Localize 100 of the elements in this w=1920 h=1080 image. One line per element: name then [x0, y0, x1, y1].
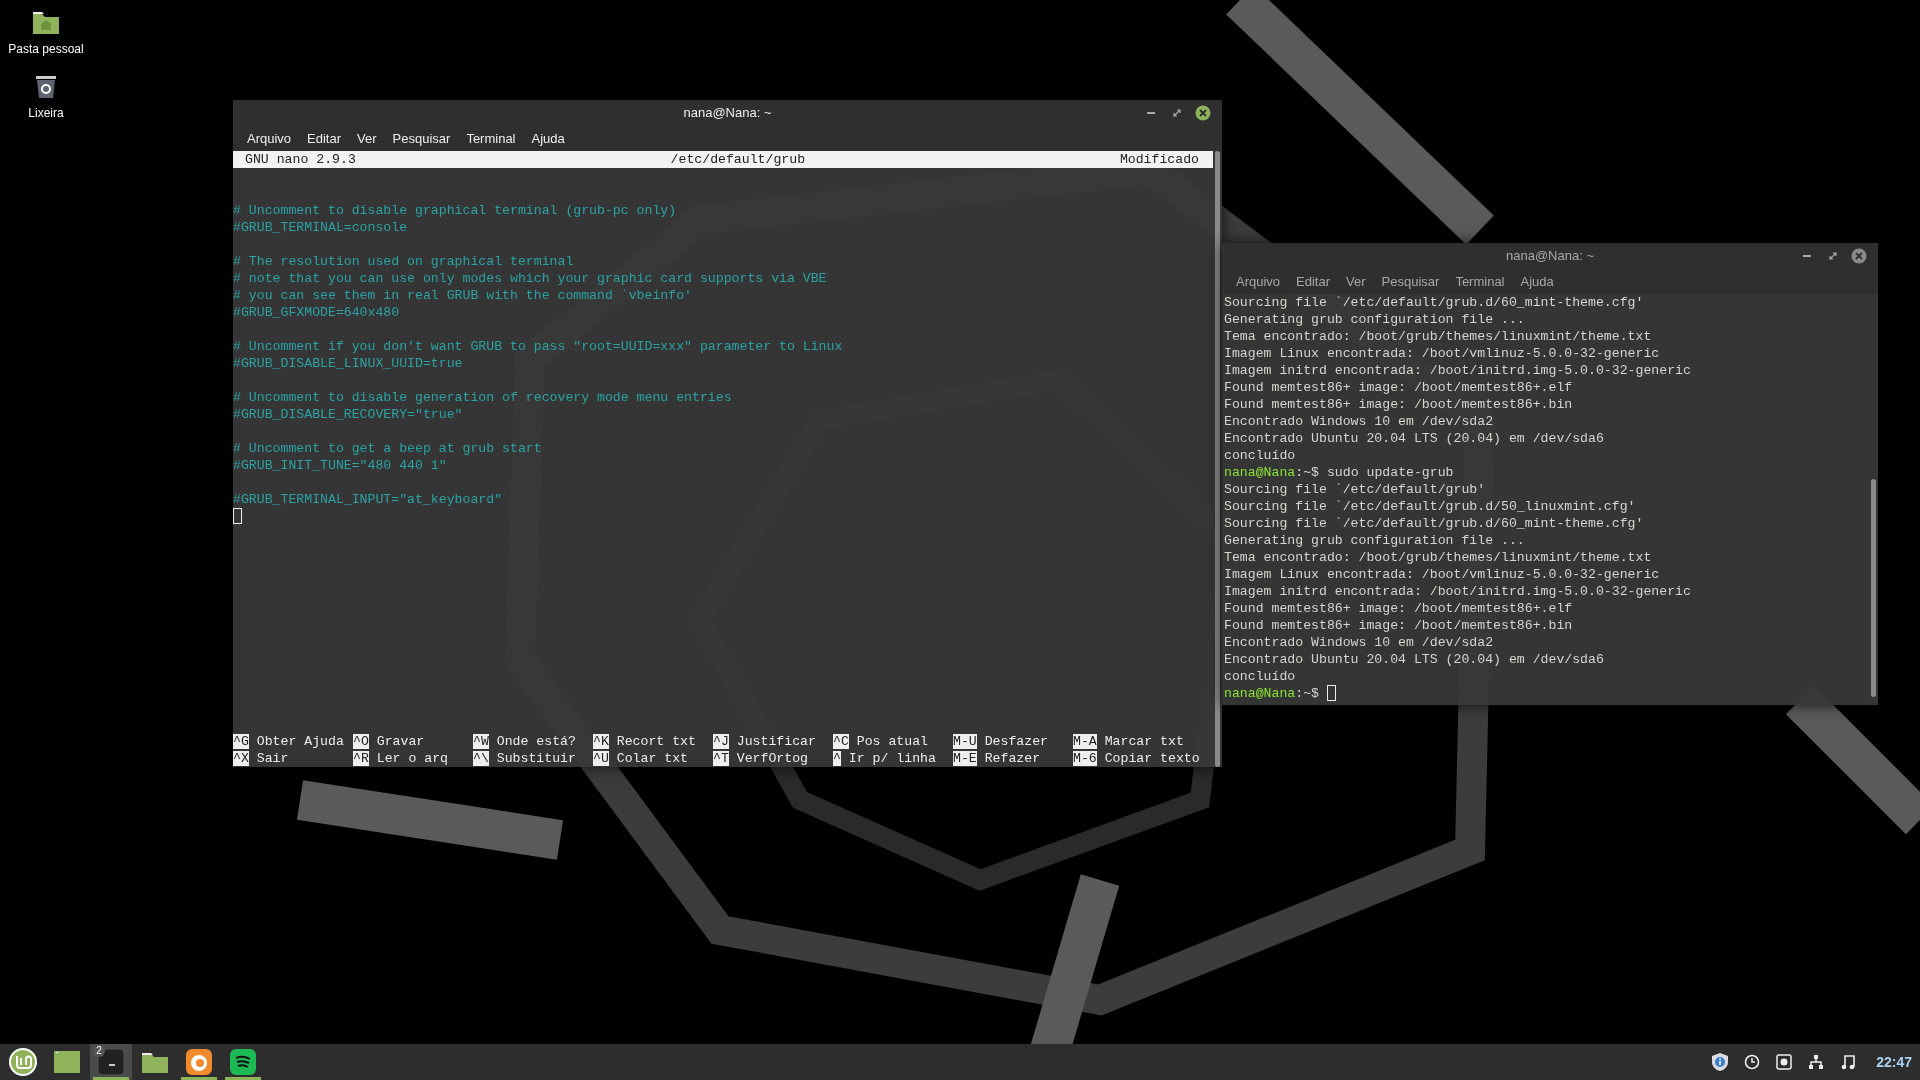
code-line: # Uncomment if you don't want GRUB to pass "root=UUID=xxx" parameter to Linux	[233, 339, 843, 354]
code-line: # Uncomment to disable graphical terminal (grub-pc only)	[233, 203, 677, 218]
menu-item[interactable]: Arquivo	[1228, 269, 1289, 294]
maximize-icon	[1829, 252, 1837, 260]
output-line: Encontrado Ubuntu 20.04 LTS (20.04) em /dev/sda6	[1224, 431, 1604, 446]
output-line: Sourcing file `/etc/default/grub'	[1224, 482, 1486, 497]
code-line: #GRUB_TERMINAL=console	[233, 220, 408, 235]
shortcut-label: Colar txt	[616, 751, 688, 766]
output-line: concluído	[1224, 669, 1296, 684]
output-line: Found memtest86+ image: /boot/memtest86+.elf	[1224, 380, 1573, 395]
music-app-icon	[229, 1048, 257, 1076]
menu-item[interactable]: Ver	[349, 126, 385, 151]
prompt-user: nana@Nana	[1224, 686, 1296, 701]
menu-item[interactable]: Editar	[1288, 269, 1339, 294]
music-note-icon	[1841, 1054, 1856, 1070]
menu-item[interactable]: Ver	[1338, 269, 1374, 294]
text-cursor	[233, 508, 242, 524]
shortcut-key: ^	[833, 751, 841, 766]
output-line: concluído	[1224, 448, 1296, 463]
icon-label[interactable]: Pasta pessoal	[8, 40, 84, 58]
shortcut-label: Ler o arq	[376, 751, 448, 766]
output-line: Encontrado Ubuntu 20.04 LTS (20.04) em /dev/sda6	[1224, 652, 1604, 667]
shortcut-key: ^\	[473, 751, 489, 766]
command-text: sudo update-grub	[1326, 465, 1454, 480]
menu-item[interactable]: Ajuda	[1512, 269, 1562, 294]
shortcut-label: Gravar	[376, 734, 425, 749]
prompt-path: :~$	[1295, 686, 1319, 701]
file-path: /etc/default/grub	[670, 151, 806, 168]
menu-item[interactable]: Ajuda	[523, 126, 573, 151]
window-title: nana@Nana: ~	[1505, 247, 1595, 265]
output-line: Tema encontrado: /boot/grub/themes/linuxmint/theme.txt	[1224, 329, 1652, 344]
shortcut-key: M-U	[953, 734, 977, 749]
shortcut-key: ^T	[713, 751, 729, 766]
shortcut-label: Copiar texto	[1104, 751, 1200, 766]
code-line: #GRUB_GFXMODE=640x480	[233, 305, 400, 320]
shortcut-label: Justificar	[736, 734, 816, 749]
menu-item[interactable]: Terminal	[458, 126, 524, 151]
shortcut-label: Obter Ajuda	[256, 734, 344, 749]
prompt-path: :~$	[1295, 465, 1319, 480]
output-line: Generating grub configuration file ...	[1224, 312, 1525, 327]
mint-logo-icon	[9, 1048, 37, 1076]
output-line: Imagem initrd encontrada: /boot/initrd.img-5.0.0-32-generic	[1224, 363, 1691, 378]
output-line: Imagem initrd encontrada: /boot/initrd.img-5.0.0-32-generic	[1224, 584, 1691, 599]
code-line: #GRUB_TERMINAL_INPUT="at_keyboard"	[233, 492, 503, 507]
shortcut-label: Sair	[256, 751, 289, 766]
shortcut-label: Marcar txt	[1104, 734, 1184, 749]
shortcut-label: Desfazer	[984, 734, 1048, 749]
minimize-icon	[1147, 112, 1155, 114]
menu-item[interactable]: Arquivo	[239, 126, 300, 151]
terminal-icon	[97, 1048, 125, 1076]
shortcut-label: Recort txt	[616, 734, 696, 749]
shortcut-key: ^O	[353, 734, 369, 749]
close-icon	[1195, 105, 1211, 121]
output-line: Sourcing file `/etc/default/grub.d/60_mint-theme.cfg'	[1224, 516, 1644, 531]
clock-time[interactable]: 22:47	[1868, 1051, 1912, 1073]
output-line: Found memtest86+ image: /boot/memtest86+.bin	[1224, 397, 1573, 412]
output-line: Sourcing file `/etc/default/grub.d/50_linuxmint.cfg'	[1224, 499, 1636, 514]
output-line: Found memtest86+ image: /boot/memtest86+.bin	[1224, 618, 1573, 633]
output-line: Encontrado Windows 10 em /dev/sda2	[1224, 414, 1494, 429]
shortcut-label: Ir p/ linha	[848, 751, 936, 766]
shortcut-key: M-A	[1073, 734, 1097, 749]
shortcut-key: ^K	[593, 734, 609, 749]
maximize-icon	[1173, 109, 1181, 117]
minimize-icon	[1803, 255, 1811, 257]
modified-status: Modificado	[1119, 151, 1199, 168]
shortcut-key: M-6	[1073, 751, 1097, 766]
scrollbar-thumb[interactable]	[1871, 478, 1876, 697]
prompt-user: nana@Nana	[1224, 465, 1296, 480]
menu-item[interactable]: Pesquisar	[1373, 269, 1448, 294]
scrollbar-thumb[interactable]	[1215, 151, 1220, 767]
network-icon	[1808, 1054, 1825, 1070]
shortcut-label: Substituir	[496, 751, 576, 766]
output-line: Sourcing file `/etc/default/grub.d/60_mint-theme.cfg'	[1224, 295, 1644, 310]
editor-version: GNU nano 2.9.3	[245, 151, 356, 168]
code-line: # you can see them in real GRUB with the command `vbeinfo'	[233, 288, 692, 303]
output-line: Imagem Linux encontrada: /boot/vmlinuz-5.0.0-32-generic	[1224, 567, 1660, 582]
output-line: Imagem Linux encontrada: /boot/vmlinuz-5.0.0-32-generic	[1224, 346, 1660, 361]
shortcut-key: M-E	[953, 751, 977, 766]
drive-icon	[1776, 1054, 1793, 1070]
code-line: # Uncomment to disable generation of recovery mode menu entries	[233, 390, 732, 405]
output-line: Encontrado Windows 10 em /dev/sda2	[1224, 635, 1494, 650]
code-line: # note that you can use only modes which your graphic card supports via VBE	[233, 271, 827, 286]
shortcut-label: Pos atual	[856, 734, 928, 749]
shield-icon	[1711, 1052, 1730, 1072]
taskbar-launcher[interactable]: 2	[90, 1044, 132, 1080]
shortcut-key: ^C	[833, 734, 849, 749]
browser-icon	[185, 1048, 213, 1076]
icon-label[interactable]: Lixeira	[28, 104, 64, 122]
shortcut-label: VerfOrtog	[736, 751, 808, 766]
shortcut-key: ^R	[353, 751, 369, 766]
close-icon	[1851, 248, 1867, 264]
shortcut-key: ^X	[233, 751, 249, 766]
code-line: #GRUB_DISABLE_LINUX_UUID=true	[233, 356, 463, 371]
window-icon	[53, 1048, 81, 1076]
shortcut-key: ^J	[713, 734, 729, 749]
menu-item[interactable]: Terminal	[1447, 269, 1513, 294]
shortcut-key: ^G	[233, 734, 249, 749]
menu-item[interactable]: Editar	[299, 126, 350, 151]
menu-item[interactable]: Pesquisar	[384, 126, 459, 151]
code-line: #GRUB_INIT_TUNE="480 440 1"	[233, 458, 447, 473]
